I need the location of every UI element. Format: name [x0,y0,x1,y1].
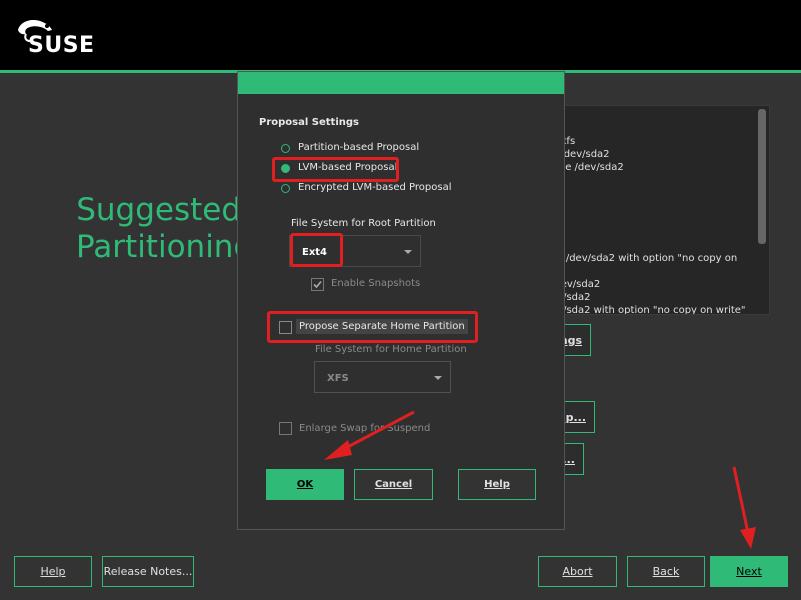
summary-line: ce /dev/sda2 with option "no copy on [551,253,738,264]
partition-summary: s h xfs e /dev/sda2 vice /dev/sda2 2 2 2… [532,105,770,315]
next-button[interactable]: Next [710,556,788,587]
highlight-separate-home [267,311,478,343]
dialog-header [238,72,564,94]
enable-snapshots-label: Enable Snapshots [331,278,421,289]
home-fs-combo[interactable]: XFS [314,361,451,393]
radio-encrypted-lvm[interactable] [281,184,290,193]
summary-scrollbar[interactable] [758,109,766,244]
checkmark-icon [313,280,322,289]
root-fs-label: File System for Root Partition [291,218,436,229]
page-title: Suggested Partitioning [76,192,241,266]
chevron-down-icon [434,376,442,380]
home-fs-value: XFS [327,373,349,384]
home-fs-label: File System for Home Partition [315,344,467,355]
enlarge-swap-checkbox[interactable] [279,422,292,435]
enable-snapshots-checkbox[interactable] [311,278,324,291]
top-bar: SUSE [0,0,801,70]
abort-button[interactable]: Abort [538,556,617,587]
page-title-line: Suggested [76,192,241,228]
brand-name: SUSE [28,33,95,58]
summary-line: ev/sda2 with option "no copy on write" [551,305,746,315]
page-title-line: Partitioning [76,229,241,265]
section-title: Proposal Settings [259,117,359,128]
enlarge-swap-label: Enlarge Swap for Suspend [299,423,431,434]
radio-partition-based[interactable] [281,144,290,153]
help-button[interactable]: Help [14,556,92,587]
highlight-lvm-option [272,157,399,182]
back-button[interactable]: Back [627,556,705,587]
highlight-root-fs [290,233,343,267]
ok-button[interactable]: OK [266,469,344,500]
release-notes-button[interactable]: Release Notes... [102,556,194,587]
radio-label-encrypted-lvm[interactable]: Encrypted LVM-based Proposal [298,182,452,193]
arrow-to-next-icon [732,466,756,549]
chevron-down-icon [404,250,412,254]
proposal-settings-dialog [237,71,565,530]
radio-label-partition-based[interactable]: Partition-based Proposal [298,142,419,153]
cancel-button[interactable]: Cancel [354,469,433,500]
dialog-help-button[interactable]: Help [458,469,536,500]
